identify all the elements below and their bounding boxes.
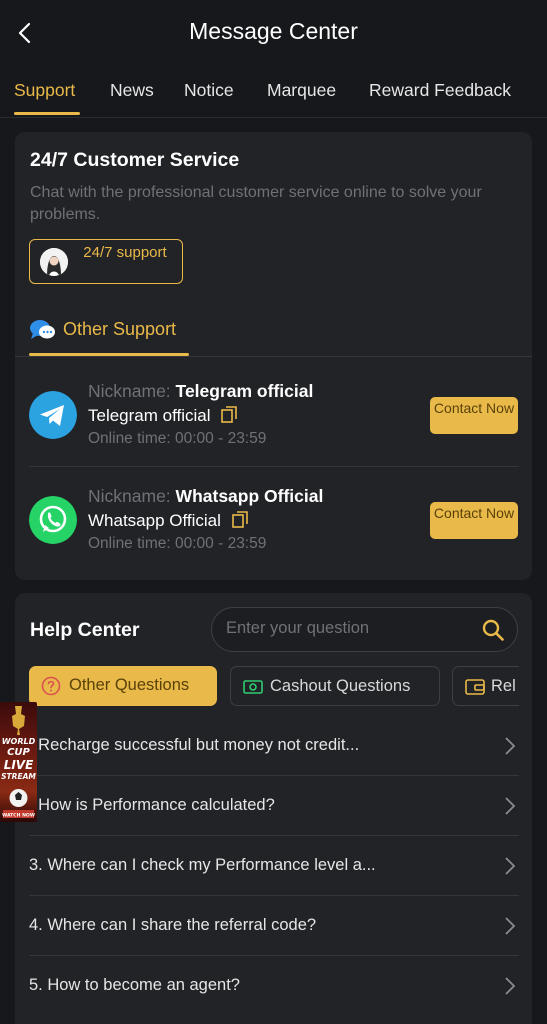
tab-reward-feedback[interactable]: Reward Feedback [369, 80, 511, 101]
search-box [211, 607, 518, 652]
chevron-right-icon [505, 737, 516, 755]
contact-account: Whatsapp Official [88, 511, 248, 531]
contact-telegram: Nickname: Telegram official Telegram off… [29, 377, 519, 473]
nickname-key: Nickname: [88, 486, 171, 506]
category-label: Other Questions [69, 676, 190, 694]
question-text: . How is Performance calculated? [29, 796, 275, 814]
cash-icon [243, 680, 263, 694]
contact-now-button[interactable]: Contact Now [430, 502, 518, 539]
account-name: Whatsapp Official [88, 511, 221, 530]
chat-bubbles-icon [30, 320, 55, 339]
other-support-label: Other Support [63, 319, 177, 339]
chevron-right-icon [505, 797, 516, 815]
question-text: . Recharge successful but money not cred… [29, 736, 360, 754]
online-time: Online time: 00:00 - 23:59 [88, 535, 267, 552]
divider [15, 356, 532, 357]
tab-marquee[interactable]: Marquee [267, 80, 336, 101]
nickname-value: Whatsapp Official [175, 486, 324, 506]
ad-text: WORLD [2, 737, 36, 746]
tab-bar: Support News Notice Marquee Reward Feedb… [0, 72, 547, 118]
online-time: Online time: 00:00 - 23:59 [88, 430, 267, 447]
world-cup-live-stream-ad[interactable]: WORLD CUP LIVE STREAM WATCH NOW [0, 702, 37, 822]
question-text: 4. Where can I share the referral code? [29, 916, 317, 934]
question-circle-icon [41, 676, 61, 696]
tab-notice[interactable]: Notice [184, 80, 234, 101]
nickname-key: Nickname: [88, 381, 171, 401]
list-item[interactable]: 4. Where can I share the referral code? [29, 896, 519, 956]
ad-text: CUP [7, 747, 30, 758]
world-cup-ad-image: WORLD CUP LIVE STREAM WATCH NOW [1, 706, 36, 819]
avatar [40, 248, 68, 276]
divider [29, 466, 519, 467]
chevron-right-icon [505, 917, 516, 935]
search-icon[interactable] [482, 619, 504, 641]
tab-news[interactable]: News [110, 80, 154, 101]
question-text: 3. Where can I check my Performance leve… [29, 856, 376, 874]
customer-service-description: Chat with the professional customer serv… [30, 184, 482, 223]
help-center-title: Help Center [30, 619, 140, 641]
list-item[interactable]: 5. How to become an agent? [29, 956, 519, 1016]
page-title: Message Center [189, 18, 358, 44]
contact-whatsapp: Nickname: Whatsapp Official Whatsapp Off… [29, 482, 519, 578]
question-categories: Other Questions Cashout Questions Rel [29, 666, 519, 708]
wallet-icon [465, 679, 485, 695]
list-item[interactable]: 3. Where can I check my Performance leve… [29, 836, 519, 896]
header: Message Center [0, 0, 547, 66]
chevron-right-icon [505, 857, 516, 875]
tab-support[interactable]: Support [14, 80, 75, 101]
category-other-questions[interactable]: Other Questions [29, 666, 217, 706]
contact-account: Telegram official [88, 406, 238, 426]
copy-icon[interactable] [231, 511, 248, 528]
ad-text: WATCH NOW [2, 813, 35, 819]
ad-text: STREAM [1, 772, 36, 781]
contact-nickname: Nickname: Telegram official [88, 381, 313, 402]
support-24-7-button[interactable]: 24/7 support [29, 239, 183, 284]
telegram-icon [29, 391, 77, 439]
list-item[interactable]: . Recharge successful but money not cred… [29, 716, 519, 776]
ad-text: LIVE [4, 758, 34, 772]
customer-service-title: 24/7 Customer Service [30, 149, 240, 171]
search-input[interactable] [226, 619, 466, 638]
question-text: 5. How to become an agent? [29, 976, 240, 994]
whatsapp-icon [29, 496, 77, 544]
category-label: Cashout Questions [270, 677, 411, 695]
nickname-value: Telegram official [175, 381, 314, 401]
customer-service-card: 24/7 Customer Service Chat with the prof… [15, 132, 532, 580]
account-name: Telegram official [88, 406, 211, 425]
category-cashout-questions[interactable]: Cashout Questions [230, 666, 440, 706]
support-button-label: 24/7 support [83, 244, 167, 261]
contact-nickname: Nickname: Whatsapp Official [88, 486, 323, 507]
copy-icon[interactable] [221, 406, 238, 423]
category-rel[interactable]: Rel [452, 666, 519, 706]
contact-now-button[interactable]: Contact Now [430, 397, 518, 434]
active-tab-indicator [14, 112, 80, 115]
chevron-right-icon [505, 977, 516, 995]
help-center-card: Help Center Other Questions Cashout Ques… [15, 593, 532, 1024]
list-item[interactable]: . How is Performance calculated? [29, 776, 519, 836]
category-label: Rel [491, 677, 516, 695]
